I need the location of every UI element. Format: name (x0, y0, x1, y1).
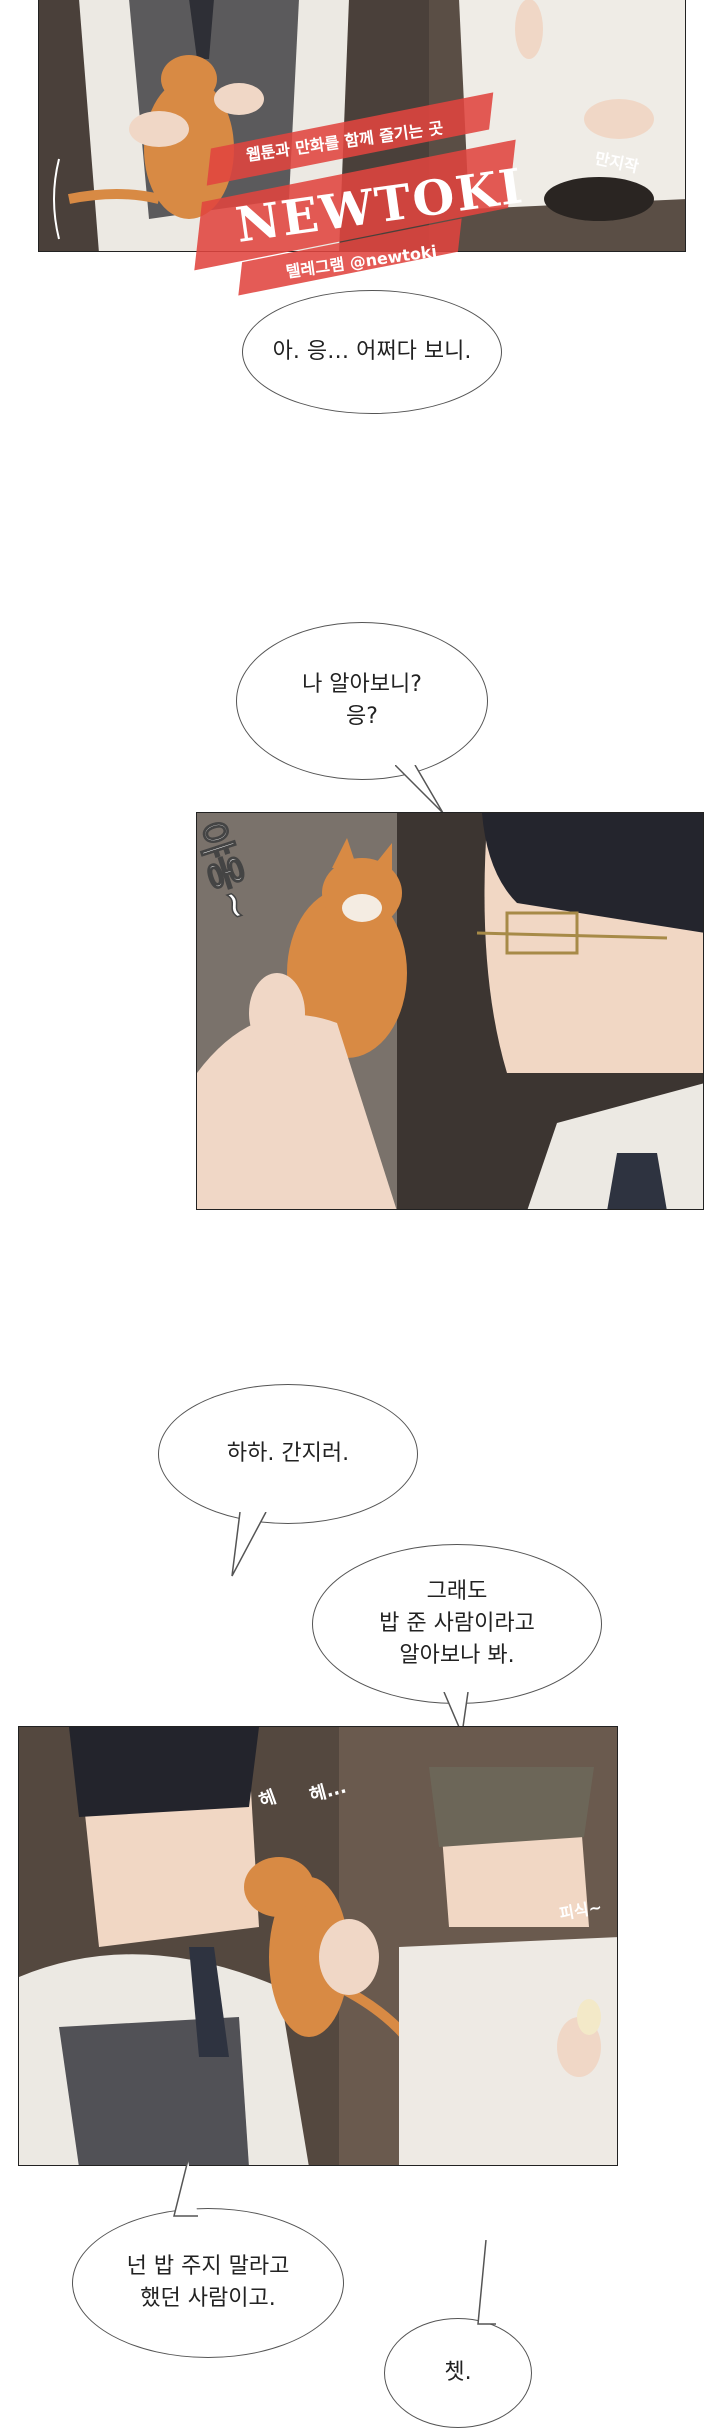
speech-bubble-tail (395, 765, 444, 814)
watermark-logo: 웹툰과 만화를 함께 즐기는 곳 NEWTOKI 텔레그램 @newtoki (194, 92, 528, 300)
comic-panel-3: 헤 헤... 피식~ (18, 1726, 618, 2166)
speech-bubble: 넌 밥 주지 말라고 했던 사람이고. (72, 2208, 344, 2358)
comic-panel-2: 야옹~ (196, 812, 704, 1210)
speech-bubble: 아. 응… 어쩌다 보니. (242, 290, 502, 414)
speech-bubble-tail (231, 1512, 267, 1577)
speech-bubble: 그래도 밥 준 사람이라고 알아보나 봐. (312, 1544, 602, 1704)
panel-2-art (197, 813, 703, 1209)
speech-bubble: 나 알아보니? 응? (236, 622, 488, 780)
speech-bubble-tail (477, 2240, 496, 2325)
speech-bubble-tail (173, 2160, 198, 2217)
speech-bubble: 하하. 간지러. (158, 1384, 418, 1524)
speech-bubble: 쳇. (384, 2318, 532, 2428)
